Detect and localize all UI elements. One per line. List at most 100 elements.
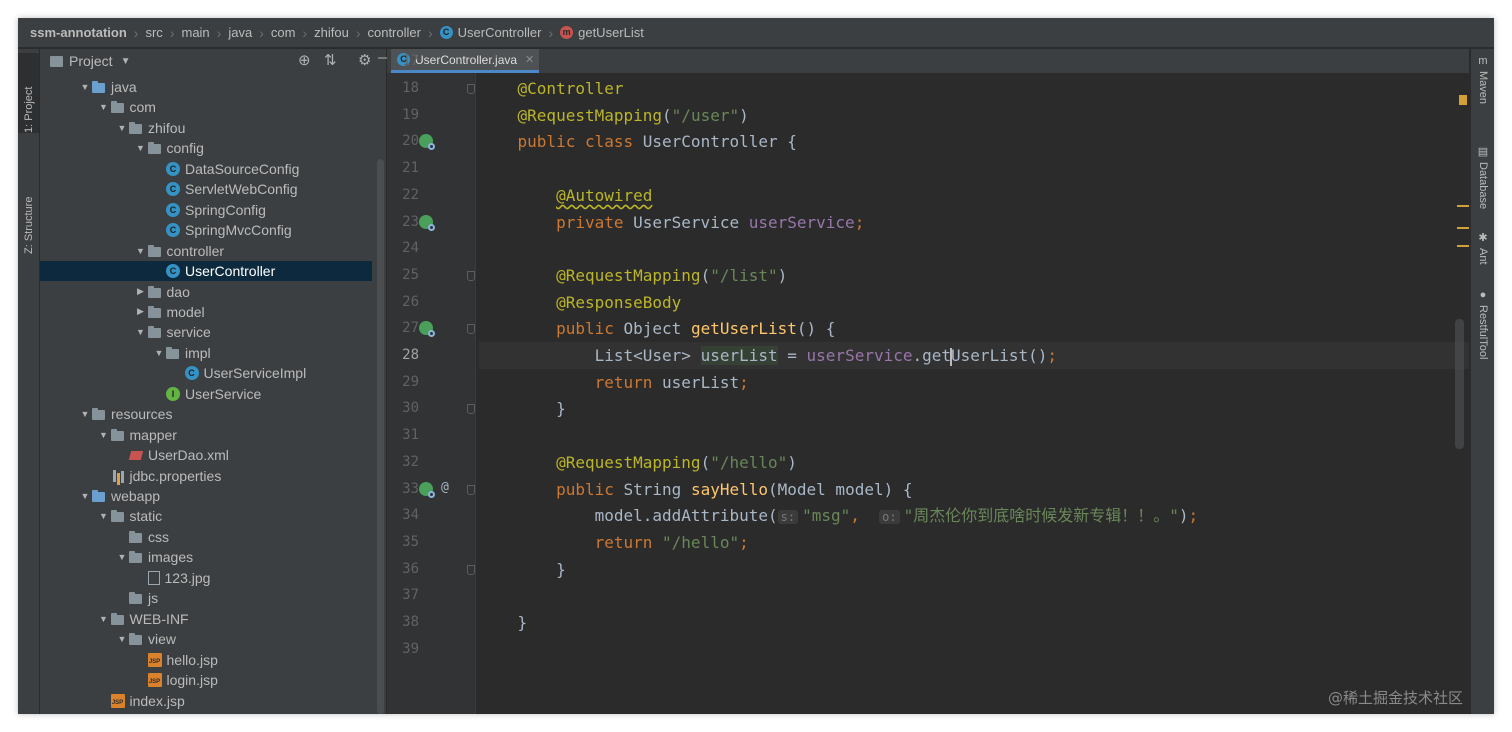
code-area[interactable]: */ @Controller @RequestMapping("/user") … bbox=[479, 73, 1469, 714]
tool-tab-maven[interactable]: m Maven bbox=[1473, 55, 1493, 104]
expand-arrow-icon[interactable]: ▼ bbox=[134, 246, 148, 256]
code-line[interactable]: public String sayHello(Model model) { bbox=[479, 476, 1469, 503]
breadcrumb-item-controller[interactable]: controller bbox=[367, 25, 420, 40]
tree-item[interactable]: ▼ java bbox=[40, 77, 372, 97]
code-line[interactable]: return userList; bbox=[479, 369, 1469, 396]
breadcrumb-item-main[interactable]: main bbox=[181, 25, 209, 40]
tree-item[interactable]: JSP index.jsp bbox=[40, 691, 372, 711]
code-line[interactable]: model.addAttribute(s: "msg", o: "周杰伦你到底啥时候… bbox=[479, 502, 1469, 529]
editor-scrollbar[interactable] bbox=[1455, 319, 1464, 449]
expand-arrow-icon[interactable]: ▼ bbox=[78, 491, 92, 501]
collapse-arrow-icon[interactable]: ▶ bbox=[134, 306, 148, 317]
tree-item[interactable]: C DataSourceConfig bbox=[40, 159, 372, 179]
tree-item[interactable]: ▼ controller bbox=[40, 241, 372, 261]
fold-marker-icon[interactable] bbox=[467, 404, 475, 415]
tool-tab-project[interactable]: 1: Project bbox=[18, 53, 39, 133]
collapse-arrow-icon[interactable]: ▶ bbox=[134, 286, 148, 297]
tree-item[interactable]: ▼ view bbox=[40, 629, 372, 649]
expand-arrow-icon[interactable]: ▼ bbox=[115, 123, 129, 133]
spring-bean-icon[interactable] bbox=[419, 214, 435, 231]
expand-arrow-icon[interactable]: ▼ bbox=[78, 409, 92, 419]
tree-item[interactable]: ▼ service bbox=[40, 322, 372, 342]
code-line[interactable] bbox=[479, 582, 1469, 609]
tree-item[interactable]: ▶ dao bbox=[40, 282, 372, 302]
code-line[interactable]: @RequestMapping("/user") bbox=[479, 102, 1469, 129]
tree-item[interactable]: ▼ images bbox=[40, 547, 372, 567]
expand-arrow-icon[interactable]: ▼ bbox=[134, 327, 148, 337]
expand-arrow-icon[interactable]: ▼ bbox=[97, 614, 111, 624]
breadcrumb-item-src[interactable]: src bbox=[145, 25, 162, 40]
tree-item[interactable]: C SpringMvcConfig bbox=[40, 220, 372, 240]
code-line[interactable] bbox=[479, 636, 1469, 663]
tree-item[interactable]: ▼ static bbox=[40, 506, 372, 526]
tree-item[interactable]: ▼ com bbox=[40, 97, 372, 117]
expand-arrow-icon[interactable]: ▼ bbox=[97, 430, 111, 440]
expand-arrow-icon[interactable]: ▼ bbox=[152, 348, 166, 358]
code-line[interactable]: @Autowired bbox=[479, 182, 1469, 209]
tree-item[interactable]: UserDao.xml bbox=[40, 445, 372, 465]
tree-item[interactable]: JSP hello.jsp bbox=[40, 650, 372, 670]
breadcrumb-item-project[interactable]: ssm-annotation bbox=[30, 25, 127, 40]
tree-item[interactable]: 123.jpg bbox=[40, 568, 372, 588]
breadcrumb-item-class[interactable]: C UserController bbox=[439, 25, 541, 40]
tree-item[interactable]: C UserController bbox=[40, 261, 372, 282]
fold-marker-icon[interactable] bbox=[467, 484, 475, 495]
tree-item[interactable]: js bbox=[40, 588, 372, 608]
tool-tab-favorites[interactable]: tes bbox=[18, 709, 39, 714]
expand-arrow-icon[interactable]: ▼ bbox=[115, 634, 129, 644]
tree-item[interactable]: ▶ model bbox=[40, 302, 372, 322]
code-line[interactable]: return "/hello"; bbox=[479, 529, 1469, 556]
locate-icon[interactable]: ⊕ bbox=[298, 51, 311, 69]
tree-item[interactable]: ▼ zhifou bbox=[40, 118, 372, 138]
project-panel-title[interactable]: Project bbox=[69, 53, 113, 69]
code-line[interactable]: @ResponseBody bbox=[479, 289, 1469, 316]
fold-marker-icon[interactable] bbox=[467, 84, 475, 94]
tool-tab-structure[interactable]: Z: Structure bbox=[18, 159, 39, 254]
tree-item[interactable]: ▼ mapper bbox=[40, 425, 372, 445]
tree-item[interactable]: ▼ resources bbox=[40, 404, 372, 424]
tree-item[interactable]: jdbc.properties bbox=[40, 466, 372, 486]
error-stripe-mark[interactable] bbox=[1457, 245, 1469, 247]
error-stripe-mark[interactable] bbox=[1457, 205, 1469, 207]
tree-scrollbar[interactable] bbox=[377, 159, 384, 714]
code-line[interactable] bbox=[479, 155, 1469, 182]
spring-bean-icon[interactable] bbox=[419, 134, 435, 151]
breadcrumb-item-zhifou[interactable]: zhifou bbox=[314, 25, 349, 40]
tool-tab-restfultool[interactable]: ● RestfulTool bbox=[1473, 289, 1493, 359]
code-line[interactable]: } bbox=[479, 556, 1469, 583]
tool-tab-database[interactable]: ▤ Database bbox=[1473, 145, 1493, 209]
fold-marker-icon[interactable] bbox=[467, 270, 475, 281]
error-stripe-mark[interactable] bbox=[1457, 227, 1469, 229]
code-line[interactable]: @RequestMapping("/list") bbox=[479, 262, 1469, 289]
expand-arrow-icon[interactable]: ▼ bbox=[115, 552, 129, 562]
code-line[interactable] bbox=[479, 235, 1469, 262]
code-line[interactable] bbox=[479, 422, 1469, 449]
gear-icon[interactable]: ⚙ bbox=[358, 51, 371, 69]
tree-item[interactable]: C UserServiceImpl bbox=[40, 363, 372, 383]
code-line[interactable]: public Object getUserList() { bbox=[479, 315, 1469, 342]
collapse-all-icon[interactable]: ⇅ bbox=[324, 51, 337, 69]
code-line[interactable]: } bbox=[479, 395, 1469, 422]
expand-arrow-icon[interactable]: ▼ bbox=[97, 102, 111, 112]
code-line[interactable]: } bbox=[479, 609, 1469, 636]
code-line[interactable]: @Controller bbox=[479, 75, 1469, 102]
code-line[interactable]: private UserService userService; bbox=[479, 209, 1469, 236]
code-line[interactable]: public class UserController { bbox=[479, 128, 1469, 155]
chevron-down-icon[interactable]: ▼ bbox=[121, 56, 131, 67]
breadcrumb-item-com[interactable]: com bbox=[271, 25, 296, 40]
tree-item[interactable]: css bbox=[40, 527, 372, 547]
expand-arrow-icon[interactable]: ▼ bbox=[97, 511, 111, 521]
tree-item[interactable]: I UserService bbox=[40, 384, 372, 404]
fold-marker-icon[interactable] bbox=[467, 564, 475, 575]
tree-item[interactable]: C SpringConfig bbox=[40, 200, 372, 220]
tool-tab-ant[interactable]: ✱ Ant bbox=[1473, 231, 1493, 265]
request-mapping-icon[interactable]: @ bbox=[441, 480, 449, 495]
code-line[interactable]: List<User> userList = userService.getUse… bbox=[479, 342, 1469, 369]
tree-item[interactable]: ▼ impl bbox=[40, 343, 372, 363]
expand-arrow-icon[interactable]: ▼ bbox=[78, 82, 92, 92]
close-icon[interactable]: ✕ bbox=[525, 53, 534, 66]
tree-item[interactable]: JSP login.jsp bbox=[40, 670, 372, 690]
fold-marker-icon[interactable] bbox=[467, 324, 475, 335]
warning-marker-icon[interactable] bbox=[1459, 95, 1467, 105]
expand-arrow-icon[interactable]: ▼ bbox=[134, 143, 148, 153]
